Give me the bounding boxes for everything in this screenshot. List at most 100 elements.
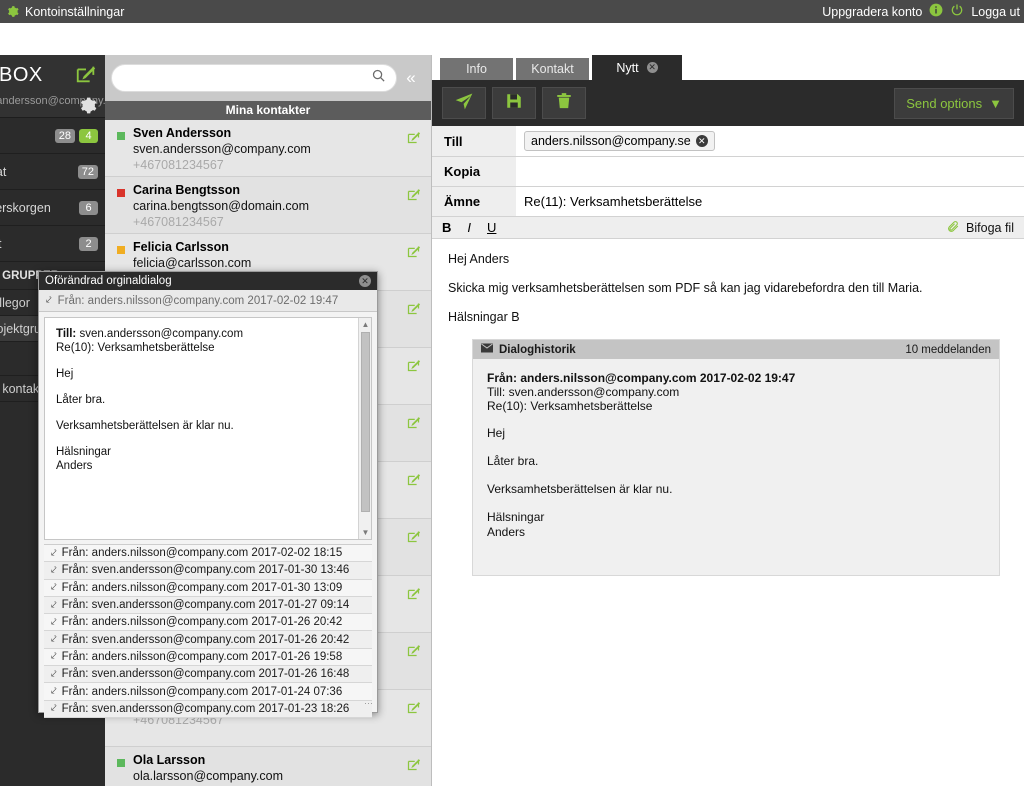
edit-contact-icon[interactable] — [406, 187, 421, 207]
send-options-dropdown[interactable]: Send options ▼ — [894, 87, 1014, 119]
compose-toolbar: Send options ▼ — [432, 80, 1024, 126]
presence-status-icon — [117, 246, 125, 254]
chevron-down-icon: ▼ — [989, 95, 1002, 111]
sidebar-item-label: Utkast — [0, 237, 1, 251]
contact-email: ola.larsson@company.com — [133, 769, 284, 783]
scrollbar-thumb[interactable] — [361, 332, 370, 512]
power-icon[interactable] — [950, 3, 964, 20]
attach-file-button[interactable]: Bifoga fil — [947, 220, 1014, 236]
dialog-message-row[interactable]: ⤦ Från: anders.nilsson@company.com 2017-0… — [44, 579, 372, 597]
contact-name: Sven Andersson — [133, 126, 232, 140]
edit-contact-icon[interactable] — [406, 358, 421, 378]
edit-contact-icon[interactable] — [406, 472, 421, 492]
app-root: Kontoinställningar Uppgradera konto Logg… — [0, 0, 1024, 786]
history-to-label: Till: — [487, 385, 506, 399]
dialog-message-row[interactable]: ⤦ Från: sven.andersson@company.com 2017-0… — [44, 631, 372, 649]
history-line-3: Hälsningar Anders — [487, 510, 545, 539]
edit-contact-icon[interactable] — [406, 529, 421, 549]
search-box[interactable] — [111, 64, 397, 92]
underline-button[interactable]: U — [487, 220, 496, 235]
dialog-message-row[interactable]: ⤦ Från: anders.nilsson@company.com 2017-0… — [44, 648, 372, 667]
badge-count: 2 — [79, 236, 98, 251]
chevron-double-left-icon[interactable]: « — [397, 64, 425, 92]
subject-field[interactable]: Re(11): Verksamhetsberättelse — [516, 189, 1024, 214]
scroll-down-icon[interactable]: ▼ — [359, 526, 371, 539]
sidebar-item-label: Inkorg — [0, 129, 1, 143]
leftnav-header: INBOX sven.andersson@company.com — [0, 55, 105, 118]
send-button[interactable] — [442, 87, 486, 119]
edit-contact-icon[interactable] — [406, 700, 421, 720]
paperclip-icon — [947, 220, 960, 236]
sidebar-item-label: Papperskorgen — [0, 200, 51, 215]
edit-contact-icon[interactable] — [406, 643, 421, 663]
search-input[interactable] — [122, 70, 371, 86]
dialog-history-block: Dialoghistorik 10 meddelanden Från: ande… — [472, 339, 1000, 576]
dialog-message-row[interactable]: ⤦ Från: anders.nilsson@company.com 2017-0… — [44, 545, 372, 563]
dialog-message-text: Från: anders.nilsson@company.com 2017-01… — [61, 581, 343, 594]
reply-arrow-icon: ⤦ — [51, 616, 57, 628]
tab-kontakt[interactable]: Kontakt — [516, 58, 589, 80]
sidebar-item-sent[interactable]: Skickat 72 — [0, 154, 105, 190]
sidebar-item-trash[interactable]: Papperskorgen 6 — [0, 190, 105, 226]
dialog-message-row[interactable]: ⤦ Från: anders.nilsson@company.com 2017-0… — [44, 683, 372, 701]
dialog-preview-pane: Till: sven.andersson@company.com Re(10):… — [44, 317, 372, 540]
info-icon[interactable] — [929, 3, 943, 20]
dialog-history-title: Dialoghistorik — [499, 343, 576, 356]
reply-arrow-icon: ⤦ — [51, 599, 57, 611]
history-line-2: Verksamhetsberättelsen är klar nu. — [487, 482, 673, 496]
tab-info[interactable]: Info — [440, 58, 513, 80]
dialog-message-row[interactable]: ⤦ Från: sven.andersson@company.com 2017-0… — [44, 596, 372, 615]
dialog-message-text: Från: sven.andersson@company.com 2017-01… — [61, 564, 350, 577]
edit-contact-icon[interactable] — [406, 301, 421, 321]
dialog-history-header[interactable]: Dialoghistorik 10 meddelanden — [473, 340, 999, 359]
topbar-title-group: Kontoinställningar — [0, 5, 124, 19]
page-title: Kontoinställningar — [25, 4, 125, 19]
dialog-message-row[interactable]: ⤦ Från: sven.andersson@company.com 2017-0… — [44, 666, 372, 684]
dialog-message-row[interactable]: ⤦ Från: sven.andersson@company.com 2017-0… — [44, 700, 372, 718]
search-icon[interactable] — [371, 68, 386, 88]
recipient-chip[interactable]: anders.nilsson@company.se ✕ — [524, 131, 715, 151]
bold-button[interactable]: B — [442, 220, 451, 235]
close-icon[interactable]: ✕ — [646, 62, 658, 73]
to-field[interactable]: anders.nilsson@company.se ✕ — [516, 126, 1024, 156]
sidebar-item-inbox[interactable]: Inkorg 28 4 — [0, 118, 105, 154]
sidebar-item-drafts[interactable]: Utkast 2 — [0, 226, 105, 262]
edit-contact-icon[interactable] — [406, 586, 421, 606]
contact-row[interactable]: Sven Andersson sven.andersson@company.com… — [105, 120, 431, 177]
delete-button[interactable] — [542, 87, 586, 119]
resize-handle-icon[interactable]: ⋯ — [364, 699, 375, 710]
contact-name: Ola Larsson — [133, 753, 206, 767]
contact-row[interactable]: Carina Bengtsson carina.bengtsson@domain.… — [105, 177, 431, 234]
topbar-actions: Uppgradera konto Logga ut — [822, 3, 1024, 20]
close-icon[interactable]: ✕ — [359, 275, 371, 287]
dialog-message-list: ⤦ Från: anders.nilsson@company.com 2017-0… — [44, 544, 372, 718]
dialog-message-row[interactable]: ⤦ Från: sven.andersson@company.com 2017-0… — [44, 562, 372, 580]
dialog-message-text: Från: sven.andersson@company.com 2017-01… — [61, 702, 350, 715]
compose-icon[interactable] — [75, 63, 97, 88]
logout-link[interactable]: Logga ut — [971, 5, 1020, 19]
tab-label: Info — [466, 62, 487, 76]
dialog-titlebar[interactable]: Oförändrad orginaldialog ✕ — [39, 272, 377, 290]
edit-contact-icon[interactable] — [406, 130, 421, 150]
message-body[interactable]: Hej Anders Skicka mig verksamhetsberätte… — [432, 239, 1024, 588]
original-dialog-window[interactable]: Oförändrad orginaldialog ✕ ⤦ Från: ander… — [38, 271, 378, 718]
dialog-message-header[interactable]: ⤦ Från: anders.nilsson@company.com 2017-… — [39, 290, 377, 312]
save-button[interactable] — [492, 87, 536, 119]
upgrade-account-link[interactable]: Uppgradera konto — [822, 5, 922, 19]
contact-row[interactable]: Ola Larssonola.larsson@company.com+46708… — [105, 747, 431, 786]
settings-gear-icon[interactable] — [78, 96, 97, 118]
subject-field-row: Ämne Re(11): Verksamhetsberättelse — [432, 187, 1024, 217]
gear-icon — [6, 5, 19, 18]
presence-status-icon — [117, 132, 125, 140]
cc-field[interactable] — [516, 166, 1024, 177]
edit-contact-icon[interactable] — [406, 244, 421, 264]
scroll-up-icon[interactable]: ▲ — [359, 318, 371, 331]
dialog-message-text: Från: anders.nilsson@company.com 2017-01… — [61, 685, 343, 698]
edit-contact-icon[interactable] — [406, 757, 421, 777]
remove-icon[interactable]: ✕ — [695, 135, 708, 147]
dialog-message-row[interactable]: ⤦ Från: anders.nilsson@company.com 2017-0… — [44, 614, 372, 632]
tab-nytt[interactable]: Nytt ✕ — [592, 55, 682, 80]
edit-contact-icon[interactable] — [406, 415, 421, 435]
italic-button[interactable]: I — [467, 220, 471, 235]
dialog-scrollbar[interactable]: ▲ ▼ — [358, 318, 371, 539]
